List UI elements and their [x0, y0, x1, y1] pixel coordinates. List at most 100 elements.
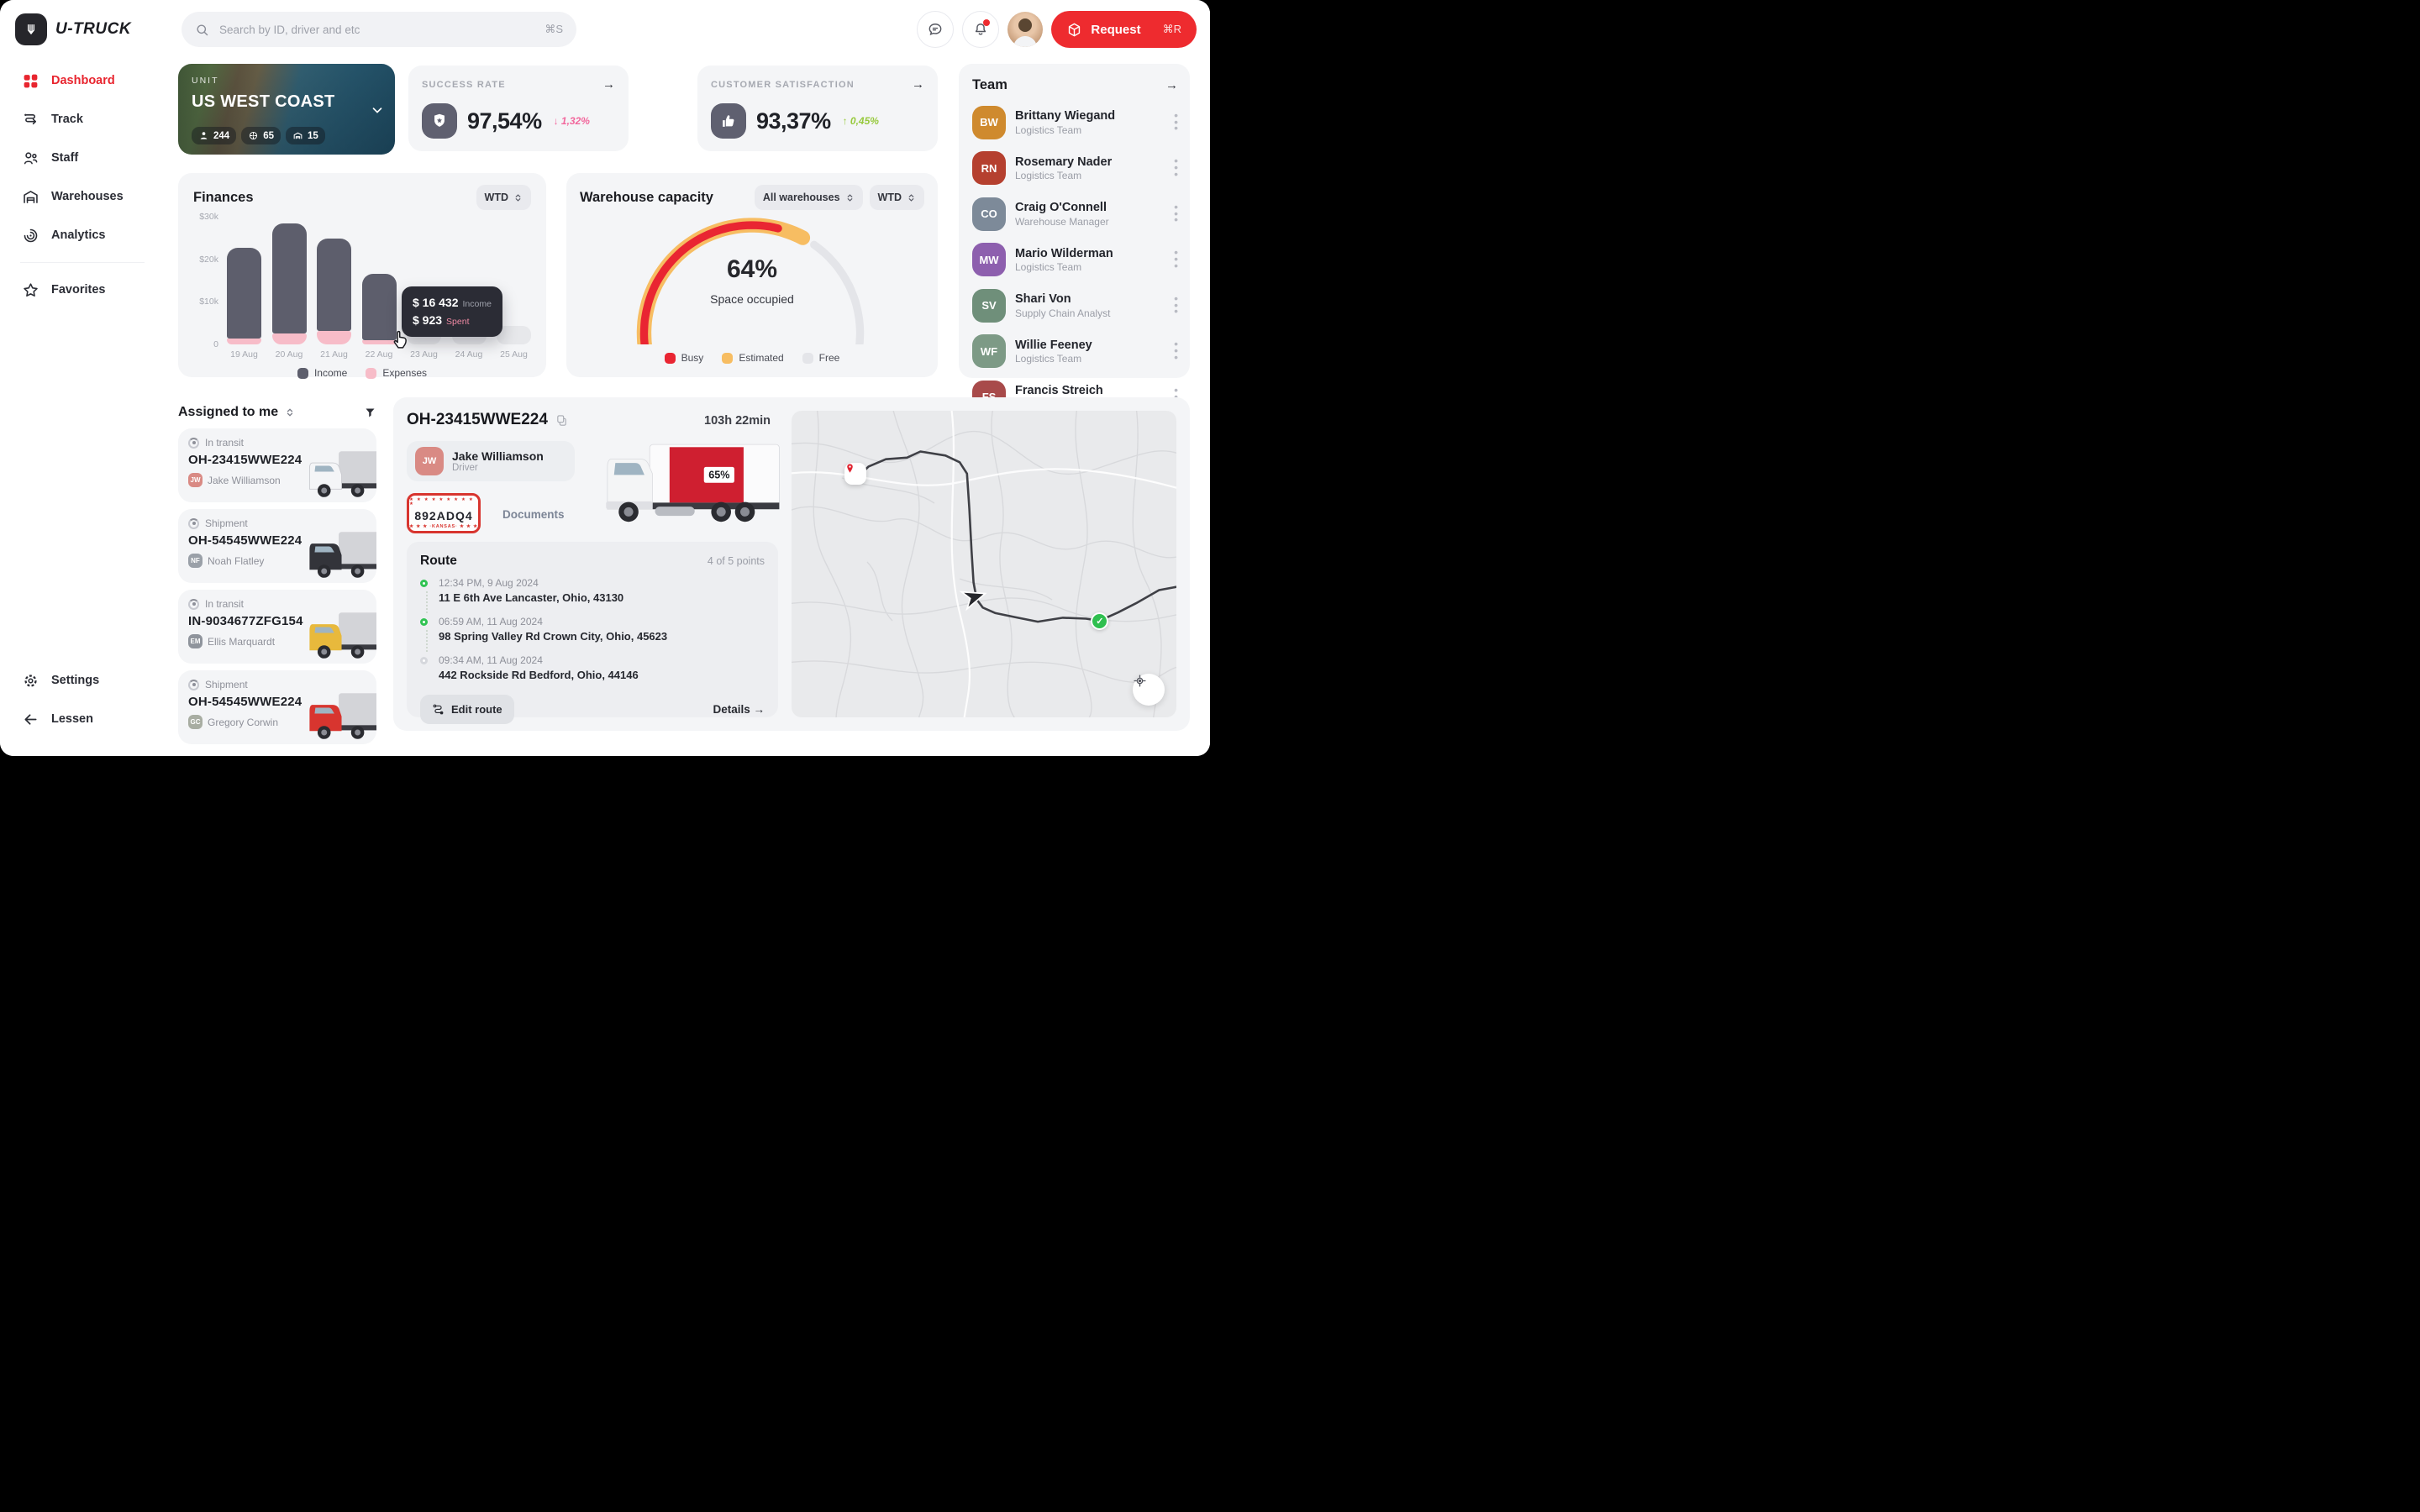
chevron-down-icon[interactable]: [370, 102, 385, 118]
truck-image: 65%: [592, 433, 790, 532]
status-icon: [188, 438, 199, 449]
shipment-id: OH-23415WWE224: [407, 411, 548, 429]
member-name: Mario Wilderman: [1015, 246, 1113, 261]
bar-20-aug[interactable]: [272, 217, 307, 344]
documents-link[interactable]: Documents: [502, 508, 565, 521]
driver-name: Jake Williamson: [208, 475, 281, 486]
gear-icon: [22, 672, 39, 690]
assigned-shipment-card[interactable]: In transit IN-9034677ZFG154 EMEllis Marq…: [178, 590, 376, 664]
request-button[interactable]: Request ⌘R: [1051, 11, 1197, 48]
team-member-row[interactable]: BW Brittany Wiegand Logistics Team •••: [972, 106, 1178, 139]
map-origin-pin[interactable]: [844, 463, 866, 485]
gauge-value: 64%: [580, 255, 924, 284]
kebab-menu-icon[interactable]: •••: [1174, 296, 1178, 315]
kebab-menu-icon[interactable]: •••: [1174, 113, 1178, 132]
x-axis-label: 24 Aug: [452, 349, 487, 360]
details-link[interactable]: Details →: [713, 703, 765, 716]
arrow-right-icon[interactable]: →: [1165, 78, 1178, 92]
sidebar-item-staff[interactable]: Staff: [22, 141, 165, 175]
bar-21-aug[interactable]: [317, 217, 351, 344]
avatar: WF: [972, 334, 1006, 368]
dashboard-icon: [22, 72, 39, 90]
team-member-row[interactable]: CO Craig O'Connell Warehouse Manager •••: [972, 197, 1178, 231]
warehouse-filter-select[interactable]: All warehouses: [755, 185, 863, 210]
team-member-row[interactable]: RN Rosemary Nader Logistics Team •••: [972, 151, 1178, 185]
sidebar-divider: [20, 262, 145, 263]
logo-shield-icon: [15, 13, 47, 45]
star-icon: [22, 281, 39, 299]
warehouse-capacity-card: Warehouse capacity All warehouses WTD 64…: [566, 173, 938, 377]
chat-button[interactable]: [917, 11, 954, 48]
kebab-menu-icon[interactable]: •••: [1174, 249, 1178, 269]
sidebar-item-track[interactable]: Track: [22, 102, 165, 136]
search-bar[interactable]: ⌘S: [182, 12, 576, 47]
driver-chip[interactable]: JW Jake Williamson Driver: [407, 441, 575, 481]
assigned-shipment-card[interactable]: Shipment OH-54545WWE224 GCGregory Corwin: [178, 670, 376, 744]
unit-card[interactable]: UNIT US WEST COAST 2446515: [178, 64, 395, 155]
hand-cursor-icon: [390, 326, 412, 349]
member-role: Logistics Team: [1015, 353, 1092, 365]
notifications-button[interactable]: [962, 11, 999, 48]
plate-stars: ★ ★ ★ ★ ★ ★ ★ ★ ★ ★: [409, 498, 478, 507]
finances-period-value: WTD: [485, 192, 508, 203]
finances-title: Finances: [193, 190, 254, 206]
sort-icon[interactable]: [285, 407, 295, 417]
sidebar-item-label: Track: [51, 113, 83, 126]
track-icon: [22, 111, 39, 129]
sidebar-item-favorites[interactable]: Favorites: [22, 273, 165, 307]
member-name: Rosemary Nader: [1015, 155, 1112, 170]
map[interactable]: ✓: [792, 411, 1176, 717]
kpi-title: CUSTOMER SATISFACTION: [711, 80, 855, 90]
driver-name: Gregory Corwin: [208, 717, 278, 728]
logo[interactable]: U-TRUCK: [15, 13, 131, 45]
filter-icon[interactable]: [364, 407, 376, 419]
income-bar: [272, 223, 307, 333]
unit-stat: 15: [286, 127, 325, 144]
x-axis-label: 21 Aug: [317, 349, 351, 360]
route-points-count: 4 of 5 points: [708, 555, 765, 567]
arrow-right-icon[interactable]: →: [912, 77, 924, 92]
search-icon: [195, 23, 209, 37]
kpi-value: 97,54%: [467, 108, 542, 134]
income-bar: [317, 239, 351, 331]
copy-icon[interactable]: [555, 414, 568, 427]
route-icon: [432, 703, 445, 716]
bar-19-aug[interactable]: [227, 217, 261, 344]
assigned-shipment-card[interactable]: Shipment OH-54545WWE224 NFNoah Flatley: [178, 509, 376, 583]
warehouse-period-select[interactable]: WTD: [870, 185, 924, 210]
locate-button[interactable]: [1133, 674, 1165, 706]
sidebar-item-lessen[interactable]: Lessen: [22, 702, 165, 736]
kebab-menu-icon[interactable]: •••: [1174, 158, 1178, 177]
sidebar-item-analytics[interactable]: Analytics: [22, 218, 165, 252]
stop-address: 442 Rockside Rd Bedford, Ohio, 44146: [439, 669, 765, 681]
search-input[interactable]: [218, 23, 536, 37]
edit-route-label: Edit route: [451, 703, 502, 716]
edit-route-button[interactable]: Edit route: [420, 695, 514, 724]
kebab-menu-icon[interactable]: •••: [1174, 204, 1178, 223]
finances-card: Finances WTD $30k$20k$10k0 $ 16 432Incom…: [178, 173, 546, 377]
kebab-menu-icon[interactable]: •••: [1174, 341, 1178, 360]
arrow-right-icon[interactable]: →: [602, 77, 615, 92]
sidebar-item-warehouses[interactable]: Warehouses: [22, 180, 165, 213]
shipment-status: Shipment: [205, 517, 248, 529]
team-member-row[interactable]: WF Willie Feeney Logistics Team •••: [972, 334, 1178, 368]
user-avatar[interactable]: [1007, 12, 1043, 47]
request-shortcut: ⌘R: [1163, 23, 1181, 36]
map-heading-arrow: [960, 583, 988, 612]
assigned-shipment-card[interactable]: In transit OH-23415WWE224 JWJake William…: [178, 428, 376, 502]
staff-icon: [22, 150, 39, 167]
sidebar-item-settings[interactable]: Settings: [22, 664, 165, 697]
team-member-row[interactable]: SV Shari Von Supply Chain Analyst •••: [972, 289, 1178, 323]
license-plate[interactable]: ★ ★ ★ ★ ★ ★ ★ ★ ★ ★ 892ADQ4 ★ ★ ★ ·KANSA…: [407, 493, 481, 533]
sidebar-item-dashboard[interactable]: Dashboard: [22, 64, 165, 97]
route-stop: 09:34 AM, 11 Aug 2024 442 Rockside Rd Be…: [420, 654, 765, 685]
stop-address: 98 Spring Valley Rd Crown City, Ohio, 45…: [439, 630, 765, 643]
route-stop-dot: [420, 618, 428, 626]
topbar: U-TRUCK ⌘S Request ⌘R: [0, 0, 1210, 59]
team-member-row[interactable]: MW Mario Wilderman Logistics Team •••: [972, 243, 1178, 276]
x-axis-label: 25 Aug: [497, 349, 531, 360]
sidebar-item-label: Favorites: [51, 283, 105, 297]
finances-period-select[interactable]: WTD: [476, 185, 531, 210]
chart-tooltip: $ 16 432Income $ 923Spent: [402, 286, 502, 337]
driver-name: Ellis Marquardt: [208, 636, 275, 648]
